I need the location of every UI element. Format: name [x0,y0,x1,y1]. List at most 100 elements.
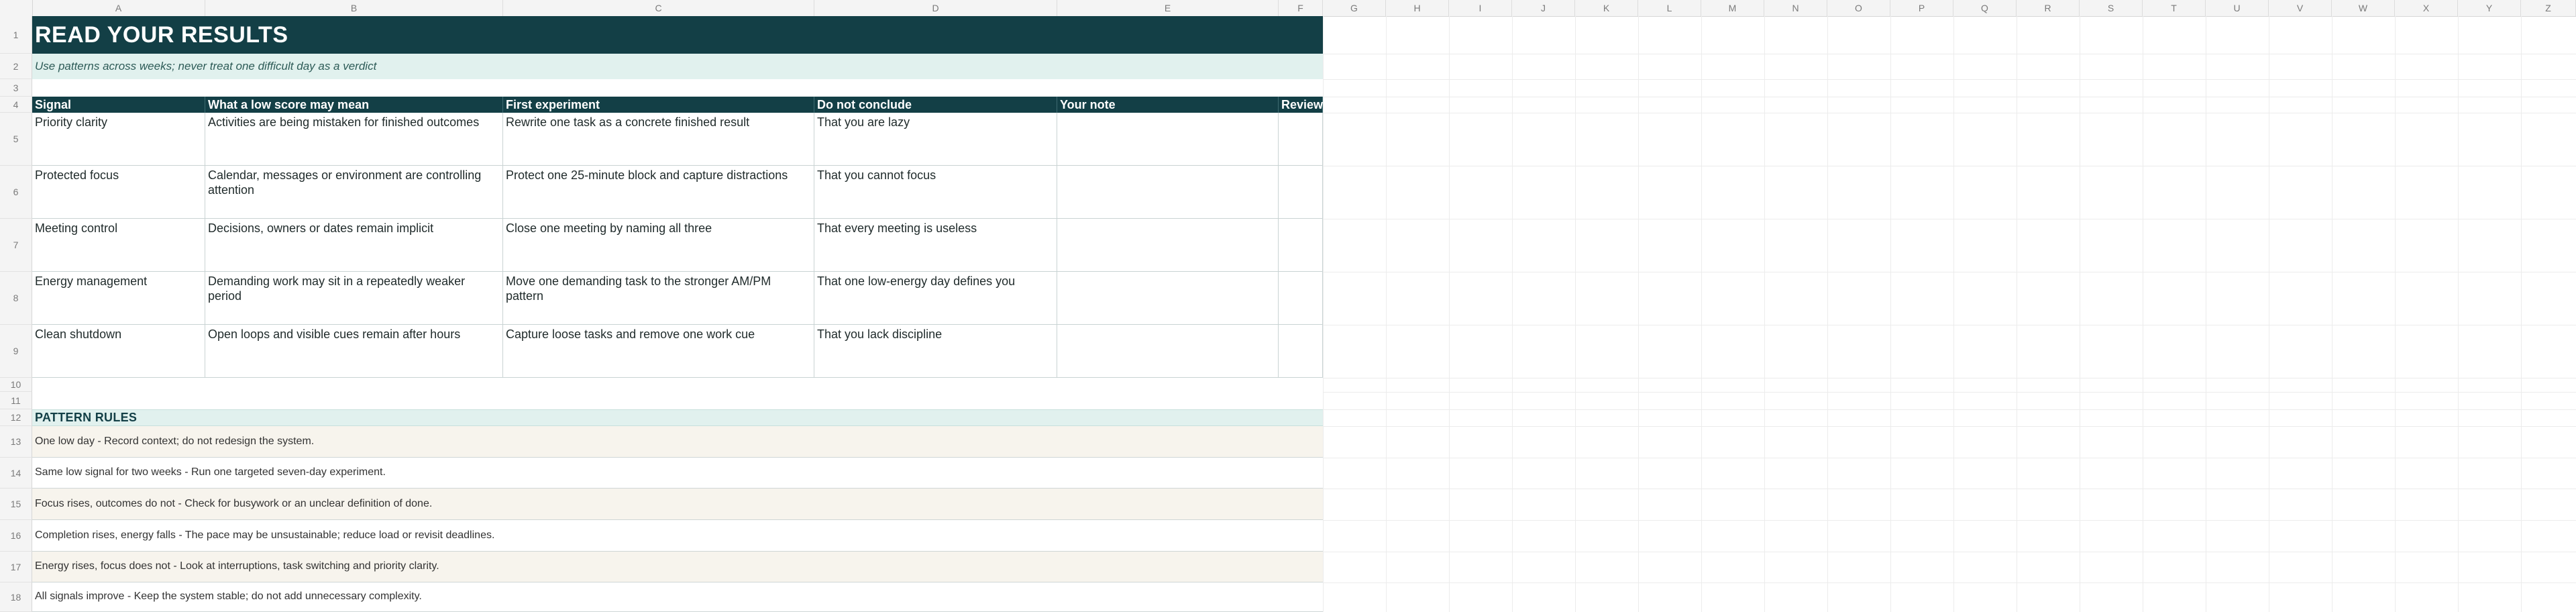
column-header-v[interactable]: V [2269,0,2332,16]
table-cell[interactable] [1057,219,1279,272]
column-header-b[interactable]: B [205,0,503,16]
row-header-12[interactable]: 12 [0,409,32,426]
page-subtitle[interactable]: Use patterns across weeks; never treat o… [35,54,376,79]
table-header-cell[interactable]: Do not conclude [814,97,1057,113]
column-header-p[interactable]: P [1890,0,1953,16]
table-cell[interactable] [1279,325,1323,378]
column-header-g[interactable]: G [1323,0,1386,16]
row-header-6[interactable]: 6 [0,166,32,219]
row-header-14[interactable]: 14 [0,458,32,489]
row-header-16[interactable]: 16 [0,520,32,552]
table-cell[interactable] [1057,325,1279,378]
table-cell[interactable] [1279,113,1323,166]
column-header-t[interactable]: T [2143,0,2206,16]
row-header-15[interactable]: 15 [0,489,32,520]
table-cell[interactable] [1279,166,1323,219]
row-header-5[interactable]: 5 [0,113,32,166]
column-header-s[interactable]: S [2080,0,2143,16]
table-cell[interactable] [1279,272,1323,325]
pattern-rule-row[interactable]: Focus rises, outcomes do not - Check for… [32,489,1323,520]
column-header-a[interactable]: A [32,0,205,16]
table-cell[interactable]: Protect one 25-minute block and capture … [503,166,814,219]
gridline-vertical [1890,16,1891,612]
column-header-j[interactable]: J [1512,0,1575,16]
row-header-8[interactable]: 8 [0,272,32,325]
column-header-z[interactable]: Z [2521,0,2576,16]
table-cell[interactable]: Demanding work may sit in a repeatedly w… [205,272,503,325]
column-header-o[interactable]: O [1827,0,1890,16]
row-header-3[interactable]: 3 [0,79,32,97]
table-cell[interactable]: That one low-energy day defines you [814,272,1057,325]
table-cell[interactable]: Calendar, messages or environment are co… [205,166,503,219]
column-header-m[interactable]: M [1701,0,1764,16]
column-header-w[interactable]: W [2332,0,2395,16]
row-header-11[interactable]: 11 [0,392,32,409]
table-header-cell[interactable]: Signal [32,97,205,113]
table-cell[interactable]: Move one demanding task to the stronger … [503,272,814,325]
table-cell[interactable]: That you cannot focus [814,166,1057,219]
table-cell[interactable]: Priority clarity [32,113,205,166]
column-header-u[interactable]: U [2206,0,2269,16]
column-header-q[interactable]: Q [1953,0,2017,16]
table-cell[interactable]: Capture loose tasks and remove one work … [503,325,814,378]
row-header-17[interactable]: 17 [0,552,32,582]
pattern-rule-row[interactable]: All signals improve - Keep the system st… [32,582,1323,612]
table-cell[interactable]: Clean shutdown [32,325,205,378]
pattern-rule-row[interactable]: Energy rises, focus does not - Look at i… [32,552,1323,582]
table-cell[interactable]: Meeting control [32,219,205,272]
table-cell[interactable] [1279,219,1323,272]
row-header-18[interactable]: 18 [0,582,32,612]
column-header-x[interactable]: X [2395,0,2458,16]
table-cell[interactable] [1057,166,1279,219]
pattern-rule-row[interactable]: One low day - Record context; do not red… [32,426,1323,458]
gridline-vertical [2521,16,2522,612]
gridline-horizontal [1323,79,2576,80]
column-header-h[interactable]: H [1386,0,1449,16]
row-header-13[interactable]: 13 [0,426,32,458]
column-header-r[interactable]: R [2017,0,2080,16]
select-all-corner[interactable] [0,0,33,16]
table-cell[interactable]: Activities are being mistaken for finish… [205,113,503,166]
table-cell[interactable]: That you are lazy [814,113,1057,166]
table-cell[interactable]: Energy management [32,272,205,325]
column-header-d[interactable]: D [814,0,1057,16]
row-header-4[interactable]: 4 [0,97,32,113]
table-cell[interactable]: Protected focus [32,166,205,219]
gridline-vertical [2458,16,2459,612]
row-header-7[interactable]: 7 [0,219,32,272]
row-header-1[interactable]: 1 [0,16,32,54]
column-header-c[interactable]: C [503,0,814,16]
column-header-e[interactable]: E [1057,0,1279,16]
column-header-i[interactable]: I [1449,0,1512,16]
table-cell[interactable]: Open loops and visible cues remain after… [205,325,503,378]
pattern-rule-row[interactable]: Completion rises, energy falls - The pac… [32,520,1323,552]
gridline-horizontal [1323,426,2576,427]
section-title[interactable]: PATTERN RULES [35,409,137,426]
gridline-horizontal [1323,582,2576,583]
gridline-vertical [1449,16,1450,612]
table-cell[interactable]: Decisions, owners or dates remain implic… [205,219,503,272]
gridline-vertical [1323,16,1324,612]
gridline-vertical [1764,16,1765,612]
gridline-horizontal [1323,409,2576,410]
table-cell[interactable] [1057,113,1279,166]
column-header-k[interactable]: K [1575,0,1638,16]
table-header-cell[interactable]: First experiment [503,97,814,113]
table-cell[interactable]: That every meeting is useless [814,219,1057,272]
column-header-l[interactable]: L [1638,0,1701,16]
table-header-cell[interactable]: Your note [1057,97,1279,113]
table-header-cell[interactable]: What a low score may mean [205,97,503,113]
pattern-rule-row[interactable]: Same low signal for two weeks - Run one … [32,458,1323,489]
table-cell[interactable]: Rewrite one task as a concrete finished … [503,113,814,166]
column-header-y[interactable]: Y [2458,0,2521,16]
row-header-10[interactable]: 10 [0,378,32,392]
table-cell[interactable]: That you lack discipline [814,325,1057,378]
table-cell[interactable]: Close one meeting by naming all three [503,219,814,272]
table-header-cell[interactable]: Review date [1279,97,1323,128]
page-title[interactable]: READ YOUR RESULTS [35,16,288,54]
table-cell[interactable] [1057,272,1279,325]
column-header-f[interactable]: F [1279,0,1323,16]
row-header-2[interactable]: 2 [0,54,32,79]
column-header-n[interactable]: N [1764,0,1827,16]
row-header-9[interactable]: 9 [0,325,32,378]
